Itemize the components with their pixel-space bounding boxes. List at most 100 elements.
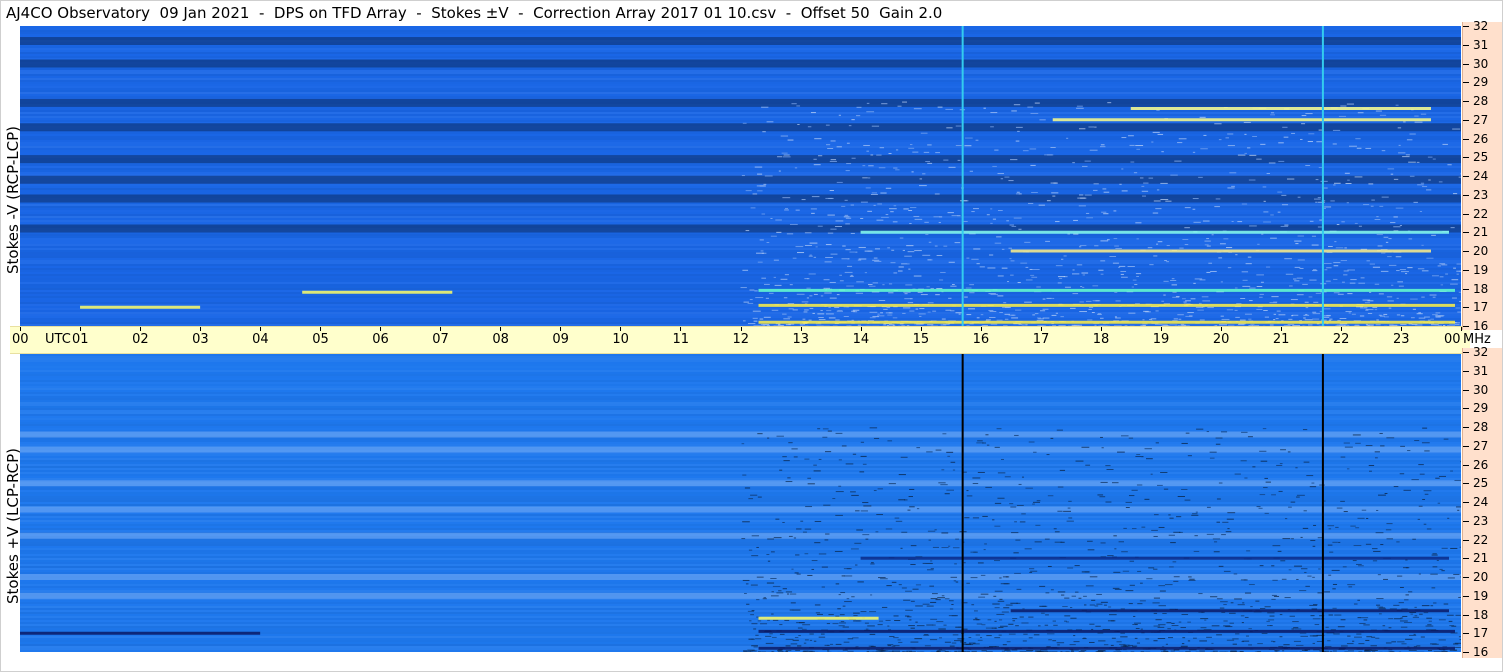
noise-speck <box>1420 182 1425 184</box>
noise-speck <box>1156 189 1160 191</box>
utc-tick-label: 02 <box>132 332 149 347</box>
noise-speck <box>1069 644 1076 646</box>
noise-speck <box>770 595 779 597</box>
noise-speck <box>782 521 785 523</box>
noise-speck <box>1256 506 1261 508</box>
noise-speck <box>1155 442 1159 444</box>
noise-speck <box>1327 544 1333 546</box>
noise-speck <box>926 605 934 607</box>
texture-row <box>20 638 1461 640</box>
noise-speck <box>835 491 844 493</box>
frequency-tickmark <box>1463 370 1469 372</box>
noise-speck <box>1010 159 1018 161</box>
noise-speck <box>1293 627 1299 629</box>
texture-row <box>20 414 1461 416</box>
noise-speck <box>1371 636 1376 638</box>
noise-speck <box>1094 605 1099 607</box>
texture-row <box>20 380 1461 382</box>
noise-speck <box>1187 640 1191 642</box>
noise-speck <box>1015 140 1020 142</box>
noise-speck <box>1214 123 1222 125</box>
noise-speck <box>1310 540 1316 542</box>
noise-speck <box>948 615 957 617</box>
texture-row <box>20 132 1461 134</box>
noise-speck <box>999 619 1003 621</box>
noise-speck <box>986 444 990 446</box>
noise-speck <box>999 577 1002 579</box>
noise-speck <box>1237 221 1243 223</box>
noise-speck <box>855 115 861 117</box>
noise-speck <box>1381 196 1389 198</box>
noise-speck <box>1300 536 1303 538</box>
noise-speck <box>1387 256 1392 258</box>
noise-speck <box>928 241 932 243</box>
noise-speck <box>1181 643 1185 645</box>
texture-row <box>20 264 1461 266</box>
noise-speck <box>1019 521 1026 523</box>
noise-speck <box>772 619 779 621</box>
noise-speck <box>1162 613 1167 615</box>
noise-speck <box>1003 302 1007 304</box>
noise-speck <box>997 600 1005 602</box>
noise-speck <box>1009 503 1014 505</box>
noise-speck <box>1239 319 1246 321</box>
texture-row <box>20 522 1461 524</box>
noise-speck <box>1016 588 1022 590</box>
noise-speck <box>1252 135 1258 137</box>
frequency-tick-label: 18 <box>1473 281 1489 296</box>
noise-speck <box>789 284 793 286</box>
noise-speck <box>841 445 847 447</box>
noise-speck <box>1245 263 1252 265</box>
noise-speck <box>953 640 962 642</box>
noise-speck <box>1135 627 1140 629</box>
noise-speck <box>955 145 962 147</box>
noise-speck <box>871 192 878 194</box>
noise-speck <box>1422 498 1426 500</box>
noise-speck <box>1456 506 1461 508</box>
noise-speck <box>1033 451 1037 453</box>
texture-row <box>20 376 1461 378</box>
noise-speck <box>1113 210 1117 212</box>
noise-speck <box>804 458 810 460</box>
noise-speck <box>1227 267 1232 269</box>
texture-row <box>20 114 1461 116</box>
noise-speck <box>1418 312 1421 314</box>
texture-row <box>20 80 1461 82</box>
noise-speck <box>1263 487 1268 489</box>
noise-speck <box>887 314 893 316</box>
noise-speck <box>1263 200 1266 202</box>
noise-speck <box>1042 605 1048 607</box>
noise-speck <box>844 575 853 577</box>
noise-speck <box>1259 565 1264 567</box>
noise-speck <box>1315 292 1322 294</box>
texture-row <box>20 614 1461 616</box>
texture-row <box>20 360 1461 362</box>
texture-row <box>20 418 1461 420</box>
noise-speck <box>1025 487 1033 489</box>
utc-time-axis: 00 01 02 03 04 05 06 07 08 09 10 11 12 13 14 15 16 17 18 19… <box>10 326 1491 354</box>
noise-speck <box>1334 241 1337 243</box>
noise-speck <box>1141 526 1146 528</box>
noise-speck <box>1283 136 1289 138</box>
noise-speck <box>1100 542 1106 544</box>
texture-row <box>20 586 1461 588</box>
noise-speck <box>1450 283 1458 285</box>
noise-speck <box>820 633 825 635</box>
noise-speck <box>1052 640 1057 642</box>
noise-speck <box>1311 244 1319 246</box>
noise-speck <box>924 221 929 223</box>
noise-speck <box>760 323 768 325</box>
noise-speck <box>990 293 998 295</box>
noise-speck <box>856 529 863 531</box>
noise-speck <box>860 201 868 203</box>
noise-speck <box>778 324 781 326</box>
noise-speck <box>776 435 784 437</box>
noise-speck <box>1270 640 1274 642</box>
noise-speck <box>747 610 755 612</box>
noise-speck <box>916 625 925 627</box>
noise-speck <box>1273 595 1280 597</box>
noise-speck <box>890 211 894 213</box>
noise-speck <box>749 299 753 301</box>
noise-speck <box>845 170 850 172</box>
noise-speck <box>1089 149 1098 151</box>
